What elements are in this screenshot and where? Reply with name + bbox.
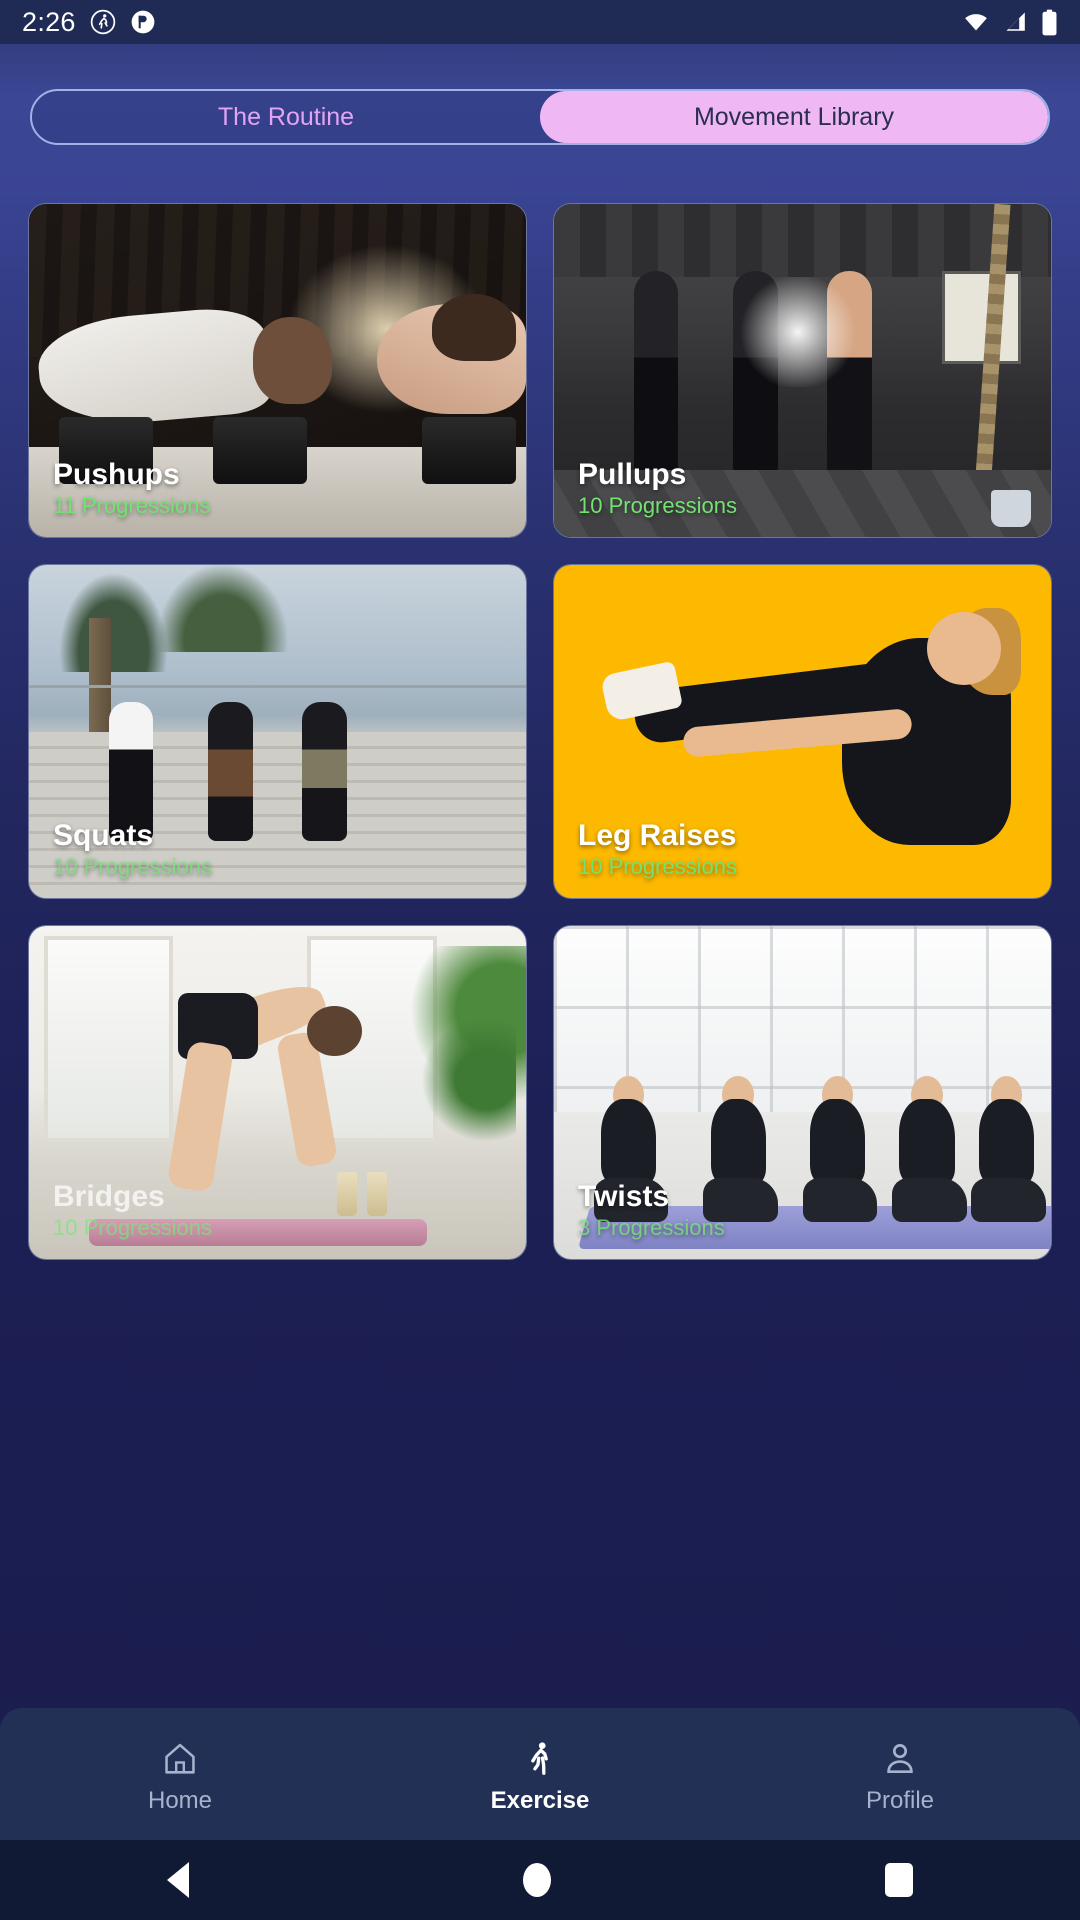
nav-item-exercise-label: Exercise <box>490 1786 590 1814</box>
battery-icon <box>1042 9 1057 35</box>
home-icon <box>165 1743 195 1774</box>
tab-movement-library-label: Movement Library <box>693 102 895 131</box>
directions-run-icon <box>90 9 115 35</box>
app-screen: 2:26 The Routine Movement Library Pushup… <box>0 0 1080 1920</box>
exercise-card-bridges[interactable]: Bridges 10 Progressions <box>28 925 527 1260</box>
movement-library-grid: Pushups 11 Progressions Pullups 10 Progr… <box>0 203 1080 1260</box>
tab-the-routine-label: The Routine <box>217 102 355 131</box>
card-title: Twists <box>578 1179 670 1213</box>
nav-item-home[interactable]: Home <box>0 1740 360 1815</box>
exercise-card-leg-raises[interactable]: Leg Raises 10 Progressions <box>553 564 1052 899</box>
card-title: Pushups <box>53 457 180 491</box>
nav-item-home-label: Home <box>147 1786 213 1814</box>
tab-switcher-container: The Routine Movement Library <box>0 44 1080 145</box>
card-progressions: 10 Progressions <box>578 854 737 880</box>
pushups-label: Pushups 11 Progressions <box>53 458 210 519</box>
card-title: Leg Raises <box>578 818 737 852</box>
status-bar-left: 2:26 <box>22 7 156 38</box>
status-bar-clock: 2:26 <box>22 6 76 37</box>
exercise-card-pushups[interactable]: Pushups 11 Progressions <box>28 203 527 538</box>
squats-label: Squats 10 Progressions <box>53 819 212 880</box>
recents-square-icon[interactable] <box>885 1863 913 1897</box>
card-progressions: 11 Progressions <box>53 493 211 519</box>
exercise-card-twists[interactable]: Twists 3 Progressions <box>553 925 1052 1260</box>
card-progressions: 10 Progressions <box>53 1215 212 1241</box>
card-progressions: 10 Progressions <box>53 854 212 880</box>
wifi-icon <box>965 14 987 31</box>
card-progressions: 10 Progressions <box>578 493 737 519</box>
do-not-disturb-icon <box>131 10 155 34</box>
nav-item-profile[interactable]: Profile <box>720 1740 1080 1815</box>
card-title: Bridges <box>53 1179 165 1213</box>
bottom-navigation-bar: Home Exercise Profile <box>0 1708 1080 1840</box>
status-bar: 2:26 <box>0 0 1080 44</box>
nav-item-profile-label: Profile <box>865 1786 935 1814</box>
tab-switcher: The Routine Movement Library <box>30 89 1050 145</box>
leg-raises-label: Leg Raises 10 Progressions <box>578 819 737 880</box>
pullups-label: Pullups 10 Progressions <box>578 458 737 519</box>
tab-the-routine[interactable]: The Routine <box>32 91 540 143</box>
status-bar-right <box>961 9 1058 36</box>
running-person-icon <box>531 1741 548 1775</box>
bridges-label: Bridges 10 Progressions <box>53 1180 212 1241</box>
home-circle-icon[interactable] <box>523 1863 551 1897</box>
twists-label: Twists 3 Progressions <box>578 1180 725 1241</box>
android-system-navigation <box>0 1840 1080 1920</box>
card-title: Pullups <box>578 457 687 491</box>
exercise-card-squats[interactable]: Squats 10 Progressions <box>28 564 527 899</box>
tab-movement-library[interactable]: Movement Library <box>540 91 1048 143</box>
person-icon <box>887 1743 913 1773</box>
nav-item-exercise[interactable]: Exercise <box>360 1740 720 1815</box>
card-title: Squats <box>53 818 154 852</box>
cellular-signal-icon <box>1006 12 1025 31</box>
card-progressions: 3 Progressions <box>578 1215 725 1241</box>
exercise-card-pullups[interactable]: Pullups 10 Progressions <box>553 203 1052 538</box>
back-triangle-icon[interactable] <box>167 1862 189 1898</box>
